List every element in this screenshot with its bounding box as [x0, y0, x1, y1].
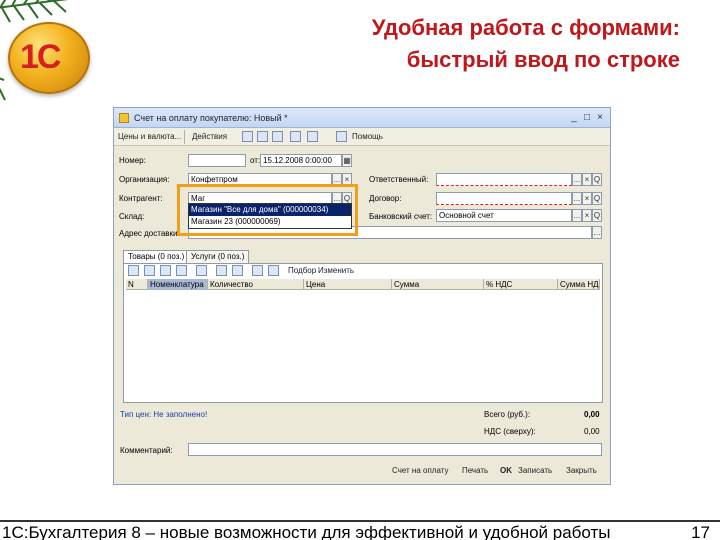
col-vat-sum[interactable]: Сумма НДС	[558, 279, 600, 290]
copy-row-icon[interactable]	[144, 265, 155, 276]
goods-tab-pane: Подбор Изменить N Номенклатура Количеств…	[123, 263, 603, 403]
calendar-icon[interactable]: ▦	[342, 154, 352, 167]
slide: 1С Удобная работа с формами: быстрый вво…	[0, 0, 720, 540]
col-quantity[interactable]: Количество	[208, 279, 304, 290]
main-toolbar: Цены и валюта... Действия Помощь	[114, 128, 610, 146]
bank-open-button[interactable]: Q	[592, 209, 602, 222]
add-row-icon[interactable]	[128, 265, 139, 276]
comment-label: Комментарий:	[120, 446, 173, 455]
window-titlebar[interactable]: Счет на оплату покупателю: Новый * _ □ ×	[114, 108, 610, 128]
save-button[interactable]: Записать	[518, 465, 552, 477]
responsible-clear-button[interactable]: ×	[582, 173, 592, 186]
entry-based-on-icon[interactable]	[307, 131, 318, 142]
help-button[interactable]: Помощь	[352, 131, 383, 143]
responsible-open-button[interactable]: Q	[592, 173, 602, 186]
post-document-icon[interactable]	[257, 131, 268, 142]
number-input[interactable]	[188, 154, 246, 167]
responsible-select-button[interactable]: ...	[572, 173, 582, 186]
title-line-1: Удобная работа с формами:	[371, 15, 680, 40]
logo-text: 1С	[20, 38, 61, 76]
toolbar-separator	[184, 130, 185, 144]
col-price[interactable]: Цена	[304, 279, 392, 290]
organization-label: Организация:	[119, 175, 170, 184]
contract-select-button[interactable]: ...	[572, 192, 582, 205]
pick-button[interactable]: Подбор	[288, 265, 316, 277]
bank-select-button[interactable]: ...	[572, 209, 582, 222]
change-button[interactable]: Изменить	[318, 265, 354, 277]
copy-icon[interactable]	[242, 131, 253, 142]
col-vat-rate[interactable]: % НДС	[484, 279, 558, 290]
goods-table-header: N Номенклатура Количество Цена Сумма % Н…	[126, 279, 600, 290]
bank-clear-button[interactable]: ×	[582, 209, 592, 222]
date-label: от:	[250, 156, 261, 165]
contract-input[interactable]	[436, 192, 572, 205]
close-icon[interactable]: ×	[594, 112, 606, 124]
ok-button[interactable]: OK	[500, 465, 512, 477]
maximize-icon[interactable]: □	[581, 112, 593, 124]
window-title: Счет на оплату покупателю: Новый *	[134, 113, 288, 123]
contractor-label: Контрагент:	[119, 194, 163, 203]
date-input[interactable]: 15.12.2008 0:00:00	[260, 154, 342, 167]
unpost-icon[interactable]	[272, 131, 283, 142]
price-type-link[interactable]: Тип цен: Не заполнено!	[120, 410, 207, 419]
total-label: Всего (руб.):	[484, 410, 531, 419]
actions-menu-button[interactable]: Действия	[192, 131, 227, 143]
print-button[interactable]: Печать	[462, 465, 488, 477]
vat-value: 0,00	[584, 427, 600, 436]
tab-goods[interactable]: Товары (0 поз.)	[123, 250, 190, 263]
col-nomenclature[interactable]: Номенклатура	[148, 279, 208, 290]
col-sum[interactable]: Сумма	[392, 279, 484, 290]
responsible-label: Ответственный:	[369, 175, 429, 184]
prices-currency-button[interactable]: Цены и валюта...	[118, 131, 181, 143]
slide-title: Удобная работа с формами: быстрый ввод п…	[372, 12, 680, 76]
edit-row-icon[interactable]	[160, 265, 171, 276]
warehouse-label: Склад:	[119, 212, 145, 221]
contract-clear-button[interactable]: ×	[582, 192, 592, 205]
slide-footer: 1С:Бухгалтерия 8 – новые возможности для…	[0, 520, 720, 540]
document-icon	[119, 113, 129, 123]
bank-account-label: Банковский счет:	[369, 212, 433, 221]
document-window: Счет на оплату покупателю: Новый * _ □ ×…	[113, 107, 611, 485]
delete-row-icon[interactable]	[176, 265, 187, 276]
comment-input[interactable]	[188, 443, 602, 456]
total-value: 0,00	[584, 410, 600, 419]
page-number: 17	[691, 523, 710, 540]
title-line-2: быстрый ввод по строке	[406, 47, 680, 72]
move-down-icon[interactable]	[232, 265, 243, 276]
bank-account-input[interactable]: Основной счет	[436, 209, 572, 222]
structure-icon[interactable]	[290, 131, 301, 142]
move-up-icon[interactable]	[216, 265, 227, 276]
footer-text: 1С:Бухгалтерия 8 – новые возможности для…	[2, 523, 611, 540]
responsible-input[interactable]	[436, 173, 572, 186]
contract-label: Договор:	[369, 194, 402, 203]
sort-asc-icon[interactable]	[252, 265, 263, 276]
col-n[interactable]: N	[126, 279, 148, 290]
vat-label: НДС (сверху):	[484, 427, 536, 436]
minimize-icon[interactable]: _	[568, 112, 580, 124]
invoice-print-button[interactable]: Счет на оплату	[392, 465, 449, 477]
address-select-button[interactable]: ...	[592, 226, 602, 239]
tab-services[interactable]: Услуги (0 поз.)	[186, 250, 250, 263]
highlight-frame	[177, 184, 358, 236]
settings-icon[interactable]	[336, 131, 347, 142]
close-button[interactable]: Закрыть	[566, 465, 597, 477]
delivery-address-label: Адрес доставки:	[119, 229, 180, 238]
end-edit-icon[interactable]	[196, 265, 207, 276]
contract-open-button[interactable]: Q	[592, 192, 602, 205]
sort-desc-icon[interactable]	[268, 265, 279, 276]
number-label: Номер:	[119, 156, 146, 165]
